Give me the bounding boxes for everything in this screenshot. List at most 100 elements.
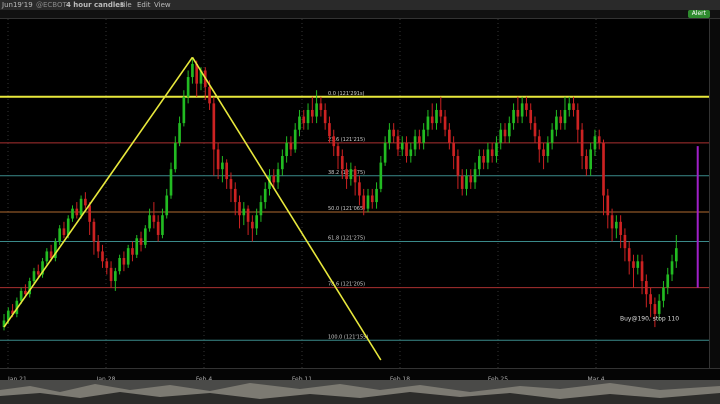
candle-body (572, 103, 575, 110)
candle-body (84, 198, 87, 206)
candle-body (525, 103, 528, 110)
candle-body (306, 109, 310, 124)
candle-body (152, 215, 156, 222)
candle-body (96, 241, 100, 252)
candle-body (285, 142, 288, 157)
candle-body (563, 109, 567, 124)
candle-body (182, 96, 186, 124)
menu-edit[interactable]: Edit (137, 0, 151, 10)
candle-body (670, 261, 674, 275)
candle-body (439, 109, 443, 117)
landscape-image (0, 380, 720, 404)
candle-body (36, 271, 40, 275)
candle-body (45, 251, 49, 262)
candle-body (610, 215, 614, 229)
candle-body (516, 109, 520, 117)
fib-level-label: 61.8 (121'275) (328, 236, 365, 242)
candle-body (246, 208, 250, 222)
candle-body (627, 248, 631, 262)
candle-body (71, 208, 74, 219)
candle-body (396, 136, 400, 150)
candle-body (122, 258, 126, 265)
candle-body (477, 156, 481, 170)
candle-body (606, 195, 610, 216)
candle-body (388, 129, 391, 143)
candle-body (375, 188, 378, 203)
candle-body (328, 123, 331, 137)
candle-body (79, 198, 83, 216)
chart-svg: 0.0 (121'291s)23.6 (121'215)38.2 (121'17… (0, 19, 710, 368)
candle-body (448, 129, 451, 143)
symbol-label[interactable]: Jun19'19 (2, 0, 33, 10)
candle-body (486, 149, 490, 163)
candle-body (452, 142, 455, 157)
candle-body (272, 175, 276, 183)
candle-body (345, 169, 348, 180)
candle-body (495, 142, 498, 157)
candle-body (662, 287, 665, 301)
chart-toolbar (0, 10, 720, 19)
candle-body (126, 248, 130, 265)
candle-body (131, 248, 134, 255)
candle-body (148, 215, 151, 229)
candle-body (88, 205, 91, 222)
candle-body (542, 149, 545, 157)
candle-body (593, 136, 597, 150)
candle-body (409, 149, 413, 157)
candle-body (229, 179, 233, 189)
candle-body (242, 208, 246, 216)
candle-body (156, 221, 160, 235)
candle-body (19, 290, 23, 301)
candle-body (62, 228, 66, 235)
menu-file[interactable]: File (120, 0, 132, 10)
candle-body (251, 221, 254, 229)
price-axis[interactable] (709, 19, 720, 368)
candle-body (426, 116, 430, 130)
candle-body (263, 188, 267, 203)
candle-body (550, 129, 554, 143)
candle-body (507, 123, 511, 137)
menu-view[interactable]: View (154, 0, 171, 10)
candle-body (623, 234, 627, 249)
candle-body (597, 136, 601, 143)
candle-body (225, 162, 229, 180)
candle-body (212, 103, 216, 150)
candle-body (173, 142, 177, 170)
candle-body (555, 116, 558, 130)
candle-body (469, 175, 473, 183)
candle-body (186, 77, 190, 97)
candle-body (499, 129, 503, 143)
candle-body (460, 175, 464, 189)
candle-body (165, 195, 169, 216)
candle-body (657, 300, 661, 314)
fib-level-label: 100.0 (121'155) (328, 334, 368, 340)
candle-body (632, 261, 635, 268)
candle-body (293, 129, 297, 150)
candle-body (276, 169, 280, 183)
candle-body (674, 248, 678, 262)
interval-selector[interactable]: 4 hour candles (66, 0, 124, 10)
candle-body (118, 258, 121, 272)
price-chart[interactable]: 0.0 (121'291s) 23.6 (121'215) 38.2 (121'17… (0, 19, 710, 368)
candle-body (537, 136, 541, 150)
candle-body (567, 103, 571, 110)
candle-body (75, 208, 79, 216)
candle-body (362, 195, 366, 209)
candle-body (666, 274, 670, 288)
candle-body (430, 116, 434, 124)
candle-body (139, 238, 143, 245)
candle-body (585, 156, 588, 170)
candle-body (336, 146, 340, 157)
fib-level-label: 0.0 (121'291s) (328, 91, 365, 97)
candle-body (233, 188, 237, 203)
alert-button[interactable]: Alert (687, 10, 710, 18)
candle-body (559, 116, 563, 124)
candle-body (238, 202, 241, 216)
candle-body (315, 103, 318, 117)
candle-body (259, 202, 263, 216)
candle-body (580, 129, 584, 157)
candle-body (349, 169, 353, 180)
candle-body (208, 86, 211, 104)
candle-body (161, 215, 164, 235)
candle-body (473, 169, 477, 183)
